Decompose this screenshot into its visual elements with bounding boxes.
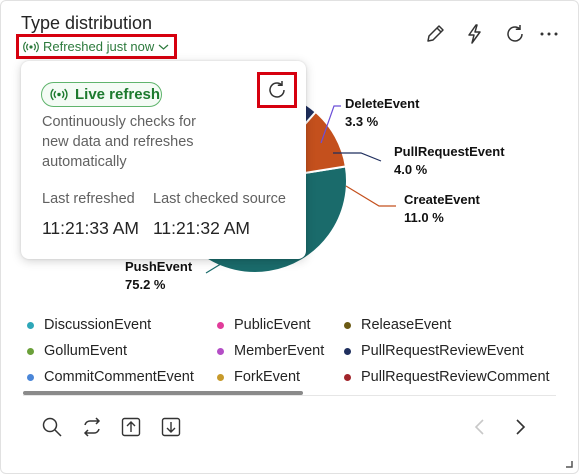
- slice-label-push: PushEvent 75.2 %: [125, 259, 193, 292]
- legend-swatch: [27, 373, 34, 381]
- slice-label-create: CreateEvent 11.0 %: [404, 192, 480, 225]
- legend-label: GollumEvent: [44, 343, 128, 359]
- legend-item[interactable]: MemberEvent: [217, 343, 324, 359]
- legend-swatch: [344, 347, 351, 355]
- legend-swatch: [344, 373, 351, 381]
- legend-swatch: [344, 321, 351, 329]
- live-refresh-icon: [50, 88, 68, 101]
- prev-icon[interactable]: [469, 416, 491, 438]
- leader-line-create: [345, 185, 396, 207]
- legend-label: PublicEvent: [234, 317, 311, 333]
- legend-item[interactable]: CommitCommentEvent: [27, 369, 194, 385]
- legend-label: CommitCommentEvent: [44, 369, 194, 385]
- legend-label: PullRequestReviewComment: [361, 369, 550, 385]
- last-refreshed-value: 11:21:33 AM: [42, 218, 139, 238]
- legend-swatch: [27, 321, 34, 329]
- legend-swatch: [217, 373, 224, 381]
- swap-icon[interactable]: [81, 416, 103, 438]
- slice-label-delete: DeleteEvent 3.3 %: [345, 96, 420, 129]
- download-icon[interactable]: [160, 416, 182, 438]
- legend-item[interactable]: PullRequestReviewComment: [344, 369, 550, 385]
- legend-item[interactable]: GollumEvent: [27, 343, 127, 359]
- divider: [23, 395, 556, 396]
- legend-label: DiscussionEvent: [44, 317, 152, 333]
- live-refresh-description: Continuously checks for new data and ref…: [42, 114, 196, 170]
- resize-handle-icon[interactable]: [565, 460, 573, 468]
- legend-item[interactable]: ForkEvent: [217, 369, 300, 385]
- search-icon[interactable]: [41, 416, 63, 438]
- legend-swatch: [217, 347, 224, 355]
- legend-label: ReleaseEvent: [361, 317, 452, 333]
- next-icon[interactable]: [509, 416, 531, 438]
- live-refresh-popover: Live refresh Continuously checks for new…: [21, 61, 306, 259]
- legend-label: MemberEvent: [234, 343, 325, 359]
- live-refresh-label: Live refresh: [75, 86, 161, 103]
- refresh-now-button[interactable]: [257, 72, 297, 108]
- last-checked-label: Last checked source: [153, 191, 286, 207]
- legend-label: ForkEvent: [234, 369, 301, 385]
- upload-icon[interactable]: [120, 416, 142, 438]
- last-checked-value: 11:21:32 AM: [153, 218, 250, 238]
- legend-label: PullRequestReviewEvent: [361, 343, 524, 359]
- slice-label-pullrequest: PullRequestEvent 4.0 %: [394, 144, 505, 177]
- legend-swatch: [27, 347, 34, 355]
- legend-swatch: [217, 321, 224, 329]
- tile-card: Type distribution Refreshed just now Del…: [0, 0, 579, 474]
- legend-item[interactable]: ReleaseEvent: [344, 317, 451, 333]
- refresh-icon: [269, 81, 285, 98]
- legend-item[interactable]: DiscussionEvent: [27, 317, 151, 333]
- legend-item[interactable]: PublicEvent: [217, 317, 311, 333]
- last-refreshed-label: Last refreshed: [42, 191, 135, 207]
- live-refresh-badge: Live refresh: [41, 82, 162, 107]
- legend-item[interactable]: PullRequestReviewEvent: [344, 343, 524, 359]
